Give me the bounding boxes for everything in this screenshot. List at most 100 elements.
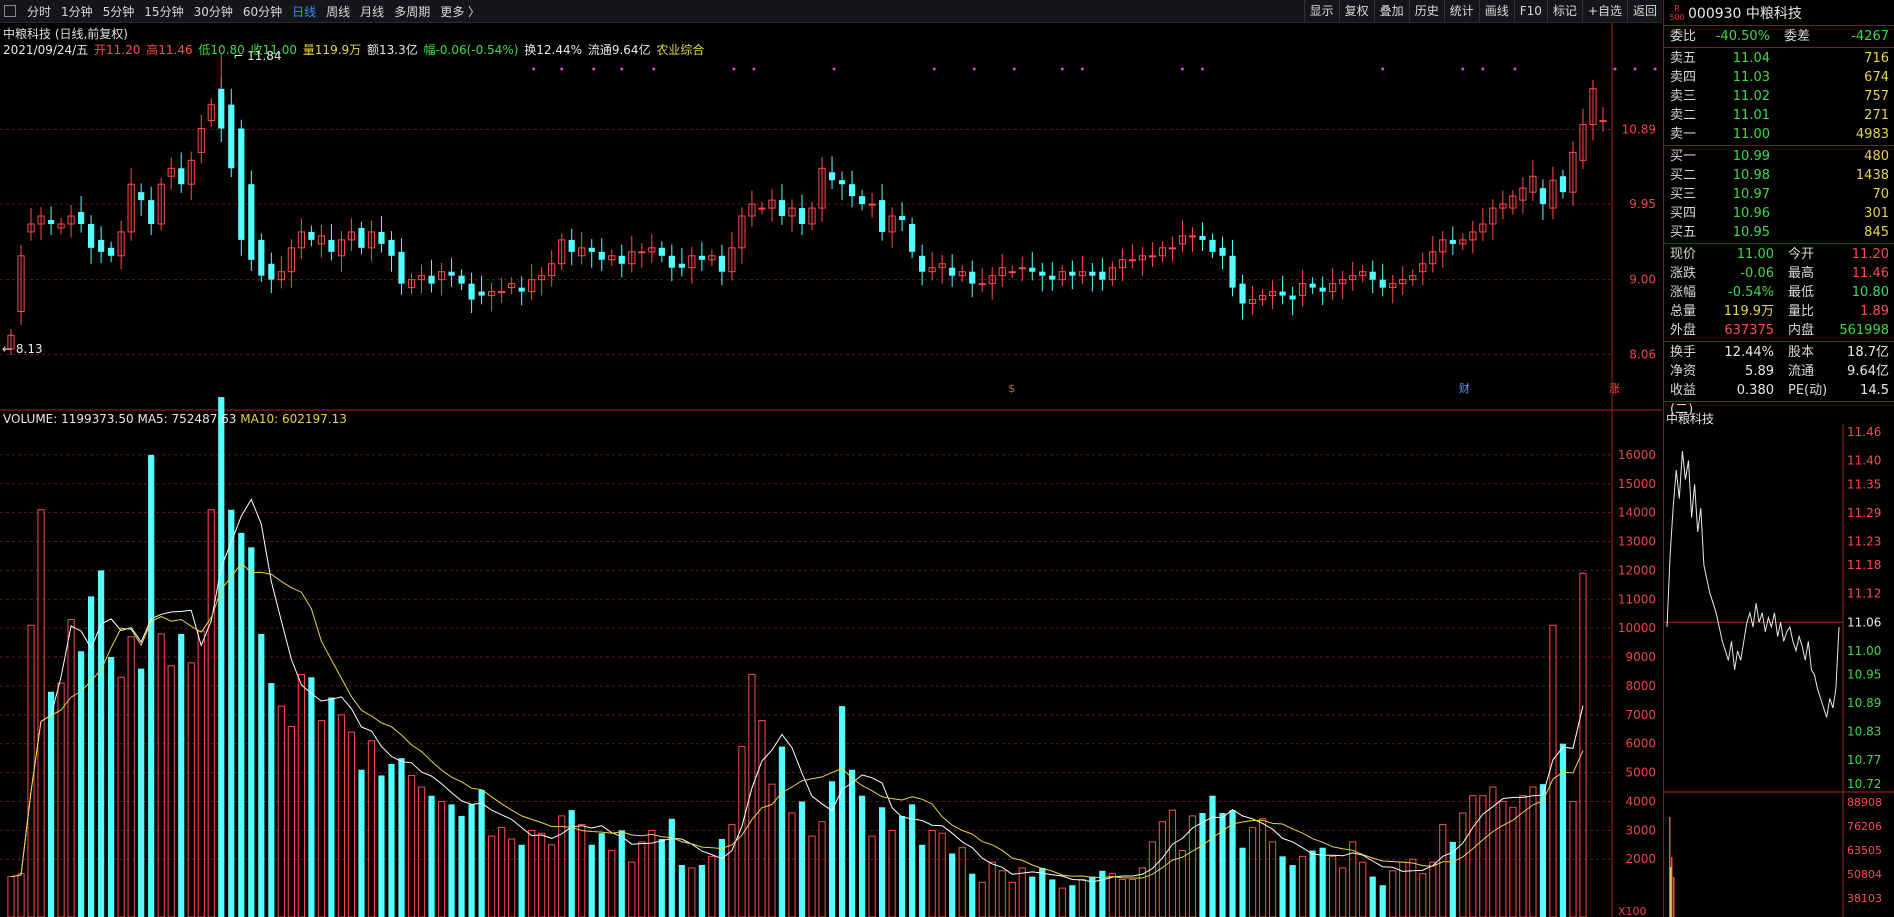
candle-body xyxy=(228,104,235,169)
period-tab[interactable]: 15分钟 xyxy=(139,3,188,20)
mini-volume-tick: 63505 xyxy=(1847,844,1882,857)
price-tick-label: 10.89 xyxy=(1622,122,1656,136)
period-tab[interactable]: 5分钟 xyxy=(98,3,140,20)
quote-label: 外盘 xyxy=(1670,323,1697,338)
period-tab[interactable]: 多周期 xyxy=(389,3,435,20)
period-tab[interactable]: 60分钟 xyxy=(238,3,287,20)
signal-dot xyxy=(932,67,936,71)
volume-bar xyxy=(1008,881,1016,917)
quote-value: 11.00 xyxy=(1736,247,1774,262)
volume-info-bar: VOLUME: 1199373.50 MA5: 752487.63 MA10: … xyxy=(3,412,347,426)
toolbar-button[interactable]: 历史 xyxy=(1408,0,1444,22)
period-tab[interactable]: 1分钟 xyxy=(56,3,98,20)
event-marker[interactable]: 财 xyxy=(1459,381,1470,395)
toolbar-button[interactable]: 画线 xyxy=(1478,0,1514,22)
bid-level-row[interactable]: 买三 10.97 70 xyxy=(1664,185,1894,204)
toolbar-button[interactable]: 统计 xyxy=(1443,0,1479,22)
bid-volume: 1438 xyxy=(1855,168,1889,183)
ask-level-row[interactable]: 卖二 11.01 271 xyxy=(1664,106,1894,125)
candle-body xyxy=(1039,271,1046,276)
bid-price: 10.95 xyxy=(1732,225,1770,240)
candle-body xyxy=(618,255,625,264)
volume-bar xyxy=(67,619,75,917)
volume-bar xyxy=(238,532,245,917)
period-tab[interactable]: 分时 xyxy=(22,3,56,20)
bid-level-row[interactable]: 买一 10.99 480 xyxy=(1664,147,1894,166)
toolbar-button[interactable]: 叠加 xyxy=(1373,0,1409,22)
candle-body xyxy=(1369,271,1376,280)
volume-bar xyxy=(1339,867,1347,917)
toolbar-button[interactable]: 复权 xyxy=(1338,0,1374,22)
period-tab[interactable]: 日线 xyxy=(287,3,321,20)
period-tab[interactable]: 30分钟 xyxy=(189,3,238,20)
ask-level-row[interactable]: 卖一 11.00 4983 xyxy=(1664,125,1894,144)
toolbar-button[interactable]: +自选 xyxy=(1581,0,1627,22)
mini-price-tick: 10.83 xyxy=(1847,725,1881,739)
mini-price-tick: 11.23 xyxy=(1847,534,1881,548)
toolbar-button[interactable]: 标记 xyxy=(1546,0,1582,22)
volume-bar xyxy=(458,815,465,917)
volume-bar xyxy=(538,832,546,917)
volume-bar xyxy=(218,397,225,917)
quote-value: 1.89 xyxy=(1860,304,1889,319)
volume-bar xyxy=(949,853,956,917)
volume-bar xyxy=(488,835,496,917)
mini-volume-tick: 88908 xyxy=(1847,796,1882,809)
bid-level-row[interactable]: 买四 10.96 301 xyxy=(1664,204,1894,223)
volume-ma5: MA5: 752487.63 xyxy=(137,412,237,426)
volume-bar xyxy=(1239,847,1246,917)
volume-tick-label: 4000 xyxy=(1625,794,1656,808)
ask-volume: 716 xyxy=(1864,51,1889,66)
ask-level-row[interactable]: 卖三 11.02 757 xyxy=(1664,87,1894,106)
volume-bar xyxy=(27,624,35,917)
event-marker[interactable]: 涨 xyxy=(1609,382,1620,395)
quote-label: 总量 xyxy=(1670,304,1697,319)
mini-price-tick: 11.12 xyxy=(1847,587,1881,601)
quote-label: 量比 xyxy=(1788,304,1815,319)
period-toolbar: 分时 1分钟 5分钟 15分钟 30分钟 60分钟 日线 周线 月线 多周期 更多 〉 显示 复权 叠加… xyxy=(0,0,1662,23)
toolbar-button[interactable]: F10 xyxy=(1513,0,1547,22)
period-tab[interactable]: 周线 xyxy=(321,3,355,20)
ask-price: 11.01 xyxy=(1732,108,1770,123)
volume-bar xyxy=(1039,867,1046,917)
ask-level-row[interactable]: 卖四 11.03 674 xyxy=(1664,68,1894,87)
signal-dot xyxy=(592,67,596,71)
volume-bar xyxy=(758,720,766,917)
candle-body xyxy=(498,291,506,294)
period-tab[interactable]: 月线 xyxy=(355,3,389,20)
event-marker[interactable]: $ xyxy=(1008,382,1015,395)
period-tab[interactable]: 更多 〉 xyxy=(435,3,485,20)
candle-body xyxy=(969,271,976,284)
volume-bar xyxy=(828,781,836,917)
ask-price: 11.00 xyxy=(1732,127,1770,142)
kline-chart[interactable]: 10.89 9.95 9.00 8.06 16000 15000 14000 13000 120… xyxy=(0,23,1662,917)
volume-bar xyxy=(978,881,986,917)
bid-level-row[interactable]: 买二 10.98 1438 xyxy=(1664,166,1894,185)
volume-bar xyxy=(798,801,806,917)
quote-row: 总量 119.9万 量比 1.89 xyxy=(1664,302,1894,321)
bid-level-row[interactable]: 买五 10.95 845 xyxy=(1664,223,1894,242)
quote-header: R 500 000930 中粮科技 xyxy=(1664,0,1894,26)
volume-bar xyxy=(468,804,475,917)
ask-level-row[interactable]: 卖五 11.04 716 xyxy=(1664,49,1894,68)
bid-price: 10.99 xyxy=(1732,149,1770,164)
signal-dot xyxy=(1633,67,1637,71)
volume-bar xyxy=(1539,784,1547,917)
price-tick-label: 8.06 xyxy=(1629,347,1656,361)
panel-toggle-icon[interactable] xyxy=(4,5,16,17)
volume-bar xyxy=(367,740,376,917)
candle-body xyxy=(1229,255,1236,288)
mini-price-tick: 10.89 xyxy=(1847,696,1881,710)
weicha-value: -4267 xyxy=(1851,29,1889,44)
mini-price-tick: 11.18 xyxy=(1847,558,1881,572)
toolbar-button[interactable]: 显示 xyxy=(1303,0,1339,22)
volume-bar xyxy=(1279,856,1286,917)
mini-price-tick: 10.77 xyxy=(1847,753,1881,767)
quote-value: 637375 xyxy=(1724,323,1774,338)
candle-body xyxy=(909,223,916,252)
volume-bar xyxy=(1429,861,1437,917)
volume-ma5-line xyxy=(10,498,1584,883)
candle-body xyxy=(248,184,255,260)
toolbar-button[interactable]: 返回 xyxy=(1626,0,1662,22)
intraday-mini-chart[interactable]: 11.46 11.40 11.35 11.29 11.23 11.18 11.12 11.06… xyxy=(1663,424,1894,917)
